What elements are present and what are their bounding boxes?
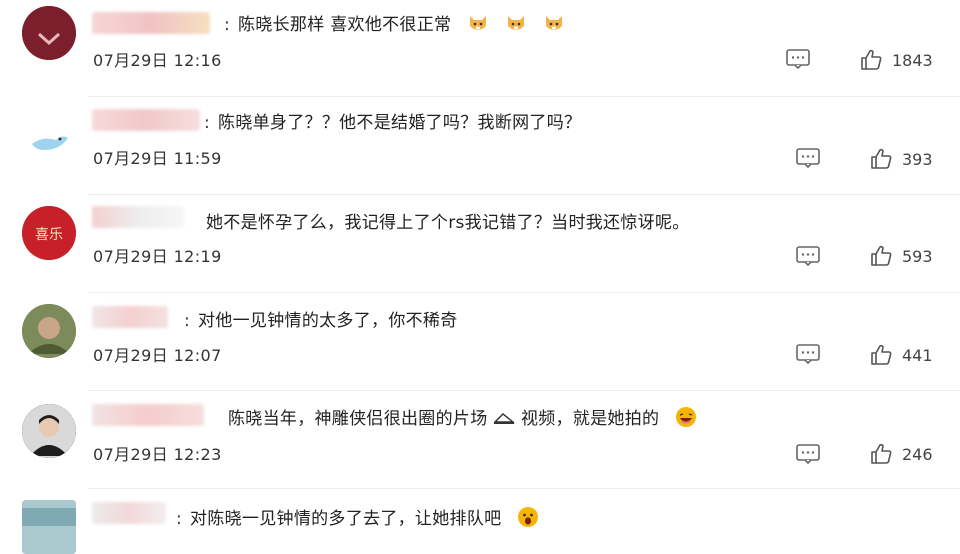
avatar[interactable]	[22, 304, 76, 358]
like-count: 1843	[892, 50, 933, 70]
like-button[interactable]: 1843	[860, 48, 933, 72]
like-count: 441	[902, 345, 933, 365]
reply-icon[interactable]	[786, 49, 810, 69]
like-button[interactable]: 593	[870, 244, 933, 268]
thumbs-up-icon	[871, 245, 892, 266]
like-count: 393	[902, 149, 933, 169]
username-blurred[interactable]	[92, 109, 200, 131]
username-blurred[interactable]	[92, 12, 210, 34]
reply-icon[interactable]	[796, 148, 820, 168]
divider	[88, 194, 960, 195]
comment-text: : 对陈晓一见钟情的多了去了，让她排队吧	[176, 504, 539, 529]
comment-text: : 陈晓长那样 喜欢他不很正常	[224, 10, 565, 35]
divider	[88, 488, 960, 489]
avatar[interactable]	[22, 404, 76, 458]
like-button[interactable]: 393	[870, 147, 933, 171]
comment-date: 07月29日 12:23	[93, 445, 222, 464]
surprised-face-icon	[518, 507, 539, 527]
avatar[interactable]: 喜乐	[22, 206, 76, 260]
reply-icon[interactable]	[796, 246, 820, 266]
comment-item: : 对陈晓一见钟情的多了去了，让她排队吧	[0, 490, 960, 554]
divider	[88, 292, 960, 293]
username-blurred[interactable]	[92, 306, 168, 328]
reply-icon[interactable]	[796, 344, 820, 364]
comment-item: : 陈晓单身了？？他不是结婚了吗？我断网了吗？ 07月29日 11:59 393	[0, 98, 960, 196]
comment-item: 陈晓当年，神雕侠侣很出圈的片场 视频，就是她拍的 07月29日 12:23 24…	[0, 392, 960, 490]
username-blurred[interactable]	[92, 206, 184, 228]
reply-icon[interactable]	[796, 444, 820, 464]
dog-face-icon	[470, 16, 487, 30]
divider	[88, 96, 960, 97]
avatar[interactable]	[22, 6, 76, 60]
comment-date: 07月29日 11:59	[93, 149, 222, 168]
dog-face-icon	[507, 16, 524, 30]
avatar-text: 喜乐	[35, 227, 63, 243]
comment-item: : 陈晓长那样 喜欢他不很正常 07月29日 12:16 1843	[0, 0, 960, 98]
comment-text: : 陈晓单身了？？他不是结婚了吗？我断网了吗？	[204, 113, 582, 133]
like-button[interactable]: 441	[870, 343, 933, 367]
comment-date: 07月29日 12:07	[93, 346, 222, 365]
username-blurred[interactable]	[92, 404, 204, 426]
avatar[interactable]	[22, 500, 76, 554]
like-count: 246	[902, 444, 933, 464]
film-icon	[493, 413, 516, 424]
comment-text: 她不是怀孕了么，我记得上了个rs我记错了？当时我还惊讶呢。	[206, 213, 690, 233]
like-button[interactable]: 246	[870, 442, 933, 466]
comment-date: 07月29日 12:19	[93, 247, 222, 266]
avatar[interactable]	[22, 110, 76, 164]
laughing-face-icon	[676, 407, 697, 427]
thumbs-up-icon	[861, 49, 882, 70]
thumbs-up-icon	[871, 344, 892, 365]
comment-item: 喜乐 她不是怀孕了么，我记得上了个rs我记错了？当时我还惊讶呢。 07月29日 …	[0, 196, 960, 294]
comment-date: 07月29日 12:16	[93, 51, 222, 70]
dog-face-icon	[545, 16, 562, 30]
like-count: 593	[902, 246, 933, 266]
divider	[88, 390, 960, 391]
comment-text: : 对他一见钟情的太多了，你不稀奇	[184, 311, 458, 331]
comment-item: : 对他一见钟情的太多了，你不稀奇 07月29日 12:07 441	[0, 294, 960, 392]
username-blurred[interactable]	[92, 502, 166, 524]
thumbs-up-icon	[871, 148, 892, 169]
thumbs-up-icon	[871, 443, 892, 464]
comment-text: 陈晓当年，神雕侠侣很出圈的片场 视频，就是她拍的	[228, 404, 697, 429]
